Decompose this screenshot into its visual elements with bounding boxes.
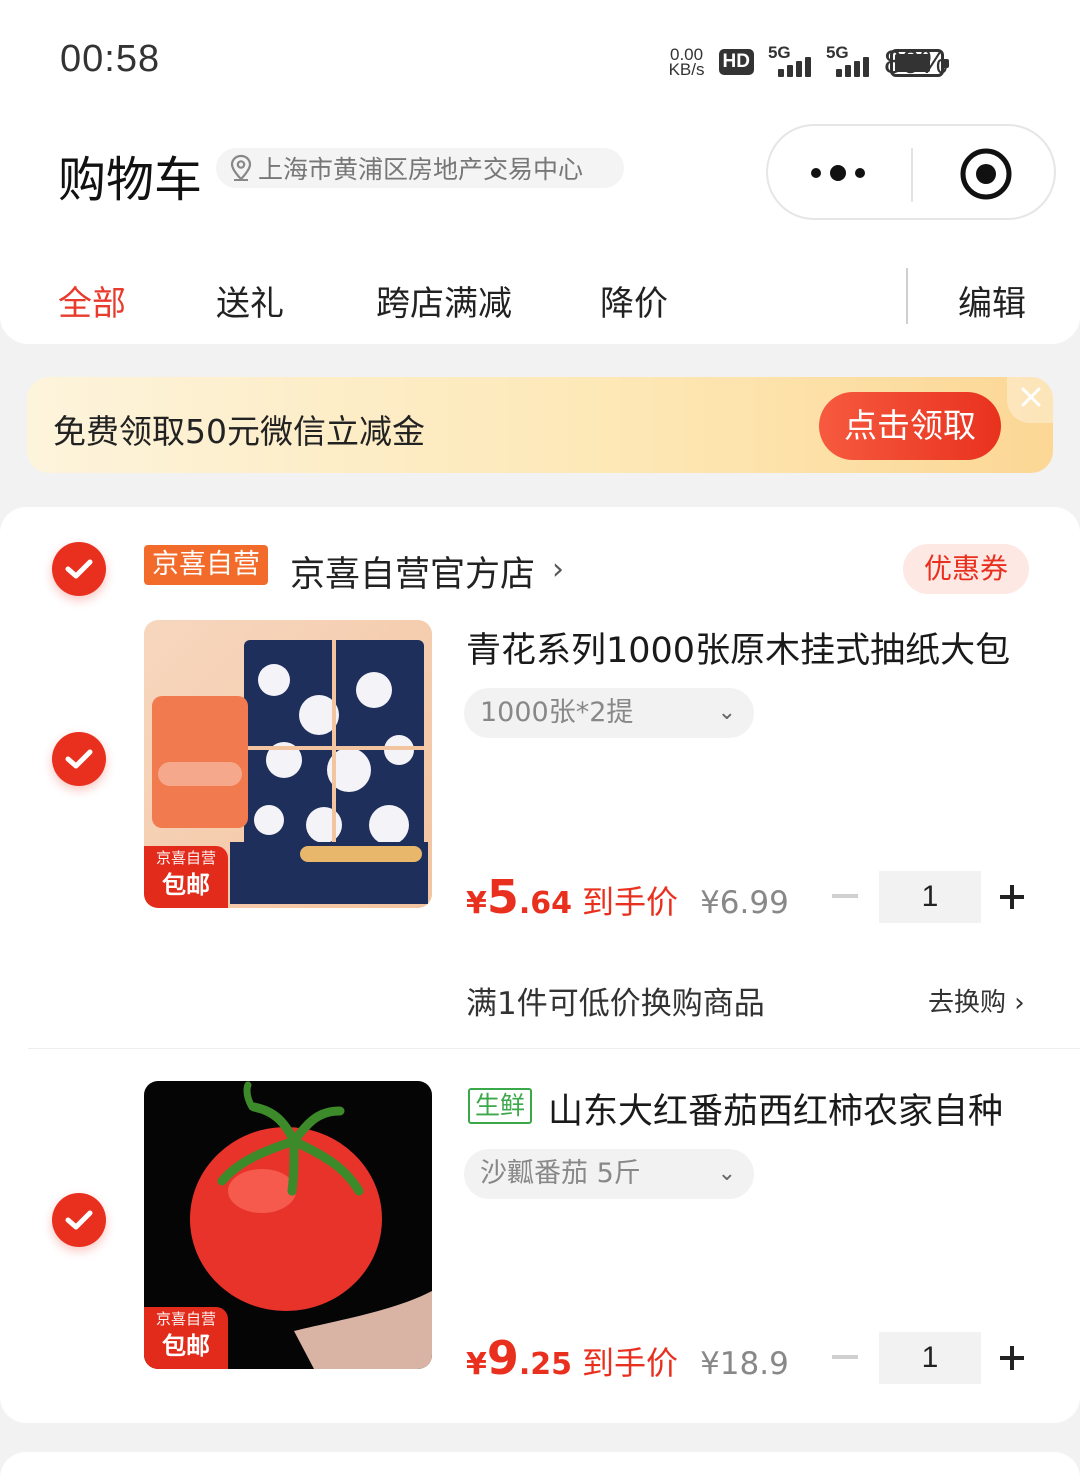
price-currency: ¥ [466,1347,487,1382]
chevron-down-icon: ⌄ [717,1161,736,1186]
product-title[interactable]: 山东大红番茄西红柿农家自种 [548,1083,1003,1134]
store-name[interactable]: 京喜自营官方店 [290,546,535,597]
quantity-input[interactable] [879,1332,981,1384]
miniprogram-capsule [766,124,1056,220]
banner-message: 免费领取50元微信立减金 [53,412,425,451]
signal-icon-2: 5G [826,43,870,77]
page-title: 购物车 [58,152,203,208]
tab-all[interactable]: 全部 [58,276,126,325]
store-tag: 京喜自营 [144,545,268,585]
increase-quantity-button[interactable] [1000,1346,1024,1370]
coupon-banner: 免费领取50元微信立减金 点击领取 [27,377,1053,473]
filter-tabs: 全部 送礼 跨店满减 降价 编辑 [0,268,1080,328]
product-image-tissue[interactable]: 京喜自营 包邮 [144,620,432,908]
battery-icon [890,49,949,77]
tab-cross-store-discount[interactable]: 跨店满减 [376,276,512,325]
item-checkbox-2[interactable] [52,1193,106,1247]
claim-button[interactable]: 点击领取 [819,392,1001,460]
spec-selector[interactable]: 沙瓤番茄 5斤 ⌄ [464,1149,754,1199]
spec-text: 1000张*2提 [480,697,634,728]
badge-bottom-text: 包邮 [162,1332,210,1360]
spec-text: 沙瓤番茄 5斤 [480,1158,641,1189]
badge-top-text: 京喜自营 [155,1310,216,1328]
original-price: ¥6.99 [700,885,789,921]
hd-icon: HD [718,49,754,75]
item-checkbox-1[interactable] [52,732,106,786]
decrease-quantity-button[interactable] [832,894,858,898]
shipping-badge: 京喜自营 包邮 [144,846,228,908]
check-icon [65,559,93,579]
swap-offer-text: 满1件可低价换购商品 [466,986,765,1022]
location-selector[interactable]: 上海市黄浦区房地产交易中心 [216,148,624,188]
spec-selector[interactable]: 1000张*2提 ⌄ [464,688,754,738]
product-title[interactable]: 青花系列1000张原木挂式抽纸大包 [466,622,1010,673]
more-icon[interactable] [808,160,868,186]
decrease-quantity-button[interactable] [832,1355,858,1359]
shipping-badge: 京喜自营 包邮 [144,1307,228,1369]
swap-link[interactable]: 去换购 › [928,982,1025,1019]
badge-bottom-text: 包邮 [162,871,210,899]
tabs-divider [906,268,908,324]
next-store-card [0,1452,1080,1478]
check-icon [65,1210,93,1230]
location-pin-icon [230,154,252,181]
chevron-right-icon[interactable]: › [552,552,564,587]
quantity-input[interactable] [879,871,981,923]
signal-type-2: 5G [825,43,849,62]
edit-button[interactable]: 编辑 [958,276,1026,325]
increase-quantity-button[interactable] [1000,885,1024,909]
price-decimal: .64 [518,886,573,921]
location-text: 上海市黄浦区房地产交易中心 [258,155,584,184]
price-row: ¥9.25 到手价 ¥18.9 [466,1331,789,1391]
signal-type-1: 5G [767,43,791,62]
close-icon [1021,387,1041,407]
price-integer: 5 [486,870,519,924]
price-label: 到手价 [582,1344,679,1382]
product-image-tomato[interactable]: 京喜自营 包邮 [144,1081,432,1369]
price-row: ¥5.64 到手价 ¥6.99 [466,870,789,930]
network-speed-unit: KB/s [668,60,705,79]
price-decimal: .25 [518,1347,573,1382]
close-miniprogram-icon[interactable] [958,146,1014,202]
banner-close-button[interactable] [1007,377,1053,423]
price-integer: 9 [486,1331,519,1385]
check-icon [65,749,93,769]
swap-link-label: 去换购 [928,988,1007,1018]
tab-gift[interactable]: 送礼 [216,276,284,325]
coupon-button[interactable]: 优惠券 [903,544,1029,594]
item-divider [28,1048,1080,1049]
signal-icon-1: 5G [768,43,812,77]
price-label: 到手价 [582,883,679,921]
capsule-divider [911,148,913,202]
tab-price-drop[interactable]: 降价 [600,276,668,325]
fresh-tag: 生鲜 [468,1088,532,1124]
status-time: 00:58 [60,38,161,80]
store-checkbox[interactable] [52,542,106,596]
original-price: ¥18.9 [700,1346,789,1382]
price-currency: ¥ [466,886,487,921]
chevron-down-icon: ⌄ [717,700,736,725]
network-speed: 0.00 KB/s [668,46,705,79]
badge-top-text: 京喜自营 [155,849,216,867]
